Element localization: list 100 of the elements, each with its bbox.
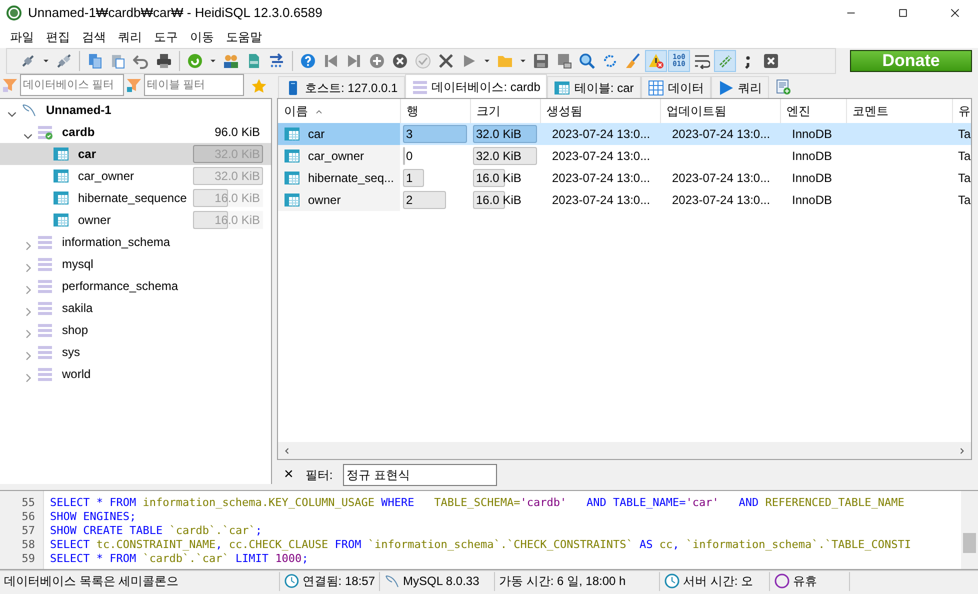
table-name: hibernate_seq... [308,170,394,187]
size-label: 32.0 KiB [214,168,260,185]
menu-item[interactable]: 검색 [76,26,112,48]
tree-label[interactable]: sakila [62,299,93,317]
filter-field[interactable]: 정규 표현식 [342,464,497,486]
code-line: SELECT * FROM `cardb`.`car` LIMIT 1000; [50,552,310,566]
table-cell: Ta [958,171,971,185]
refresh-icon [187,53,203,69]
table-cell: 2023-07-24 13:0... [552,149,650,163]
folder-icon [497,53,513,69]
tab[interactable]: 데이터베이스: cardb [404,74,548,98]
filter-field[interactable]: 데이터베이스 필터 [20,74,124,96]
app-logo-icon [6,5,22,21]
line-number: 58 [20,538,35,552]
tree-item[interactable]: car_owner 32.0 KiB [0,165,271,187]
tree-label[interactable]: world [62,365,91,383]
filter-field[interactable]: 테이블 필터 [144,74,244,96]
play-icon [718,80,734,96]
cancel-icon [438,53,454,69]
tab[interactable]: 쿼리 [710,76,769,98]
table-icon [53,146,69,162]
table-cell: 1 [406,171,413,185]
menu-item[interactable]: 이동 [184,26,220,48]
code-line: SHOW CREATE TABLE `cardb`.`car`; [50,524,263,538]
horizontal-scrollbar[interactable] [278,442,971,459]
copy-icon [87,53,103,69]
table-cell: 2023-07-24 13:0... [672,171,770,185]
csv-file-icon [246,53,262,69]
menu-item[interactable]: 쿼리 [112,26,148,48]
warning-icon [648,53,664,69]
tree-label[interactable]: mysql [62,255,94,273]
size-label: 96.0 KiB [214,124,260,141]
line-number: 59 [20,552,35,566]
tree-label[interactable]: information_schema [62,233,170,251]
circle-check-icon [415,53,431,69]
tab[interactable]: 데이터 [640,76,711,98]
table-name: car_owner [308,148,364,165]
broom-icon [625,53,641,69]
table-cell: 16.0 KiB [476,171,522,185]
filter-label: 필터: [305,467,333,484]
vertical-scrollbar[interactable] [961,491,978,569]
replace-icon [602,53,618,69]
table-cell: 0 [406,149,413,163]
paste-icon [110,53,126,69]
menu-item[interactable]: 도구 [148,26,184,48]
save-icon [533,53,549,69]
status-text: 서버 시간: 오 [683,573,754,590]
idle-icon [774,573,790,589]
line-number: 55 [20,496,35,510]
table-cell: 2023-07-24 13:0... [552,193,650,207]
wrap-icon [694,53,710,69]
status-text: 유휴 [793,573,817,590]
status-text: 연결됨: 18:57 [302,573,375,590]
tree-item[interactable]: hibernate_sequence 16.0 KiB [0,187,271,209]
star-icon [251,78,267,94]
line-number: 56 [20,510,35,524]
table-row[interactable]: car 3 32.0 KiB 2023-07-24 13:0... 2023-07-24 13:0... InnoDB Ta [278,123,971,145]
clock-icon [664,573,680,589]
table-cell: InnoDB [792,127,832,141]
close-icon [763,53,779,69]
search-icon [579,53,595,69]
table-cell: 2 [406,193,413,207]
window-title: Unnamed-1₩cardb₩car₩ - HeidiSQL 12.3.0.6589 [28,4,322,22]
tree-label[interactable]: sys [62,343,80,361]
new-query-icon [774,79,791,95]
table-icon [53,168,69,184]
unplug-icon [56,53,72,69]
table-row[interactable]: owner 2 16.0 KiB 2023-07-24 13:0... 2023-07-24 13:0... InnoDB Ta [278,189,971,211]
tree-label[interactable]: cardb [62,123,95,141]
table-cell: InnoDB [792,171,832,185]
tree-label[interactable]: shop [62,321,88,339]
close-button[interactable]: × [282,463,296,487]
warning-button[interactable] [645,50,667,72]
add-icon [369,53,385,69]
table-cell: Ta [958,193,971,207]
table-row[interactable]: hibernate_seq... 1 16.0 KiB 2023-07-24 13:0... 2023-07-24 13:0... InnoDB Ta [278,167,971,189]
table-cell: 2023-07-24 13:0... [552,171,650,185]
tree-label[interactable]: performance_schema [62,277,178,295]
table-cell: Ta [958,149,971,163]
table-cell: Ta [958,127,971,141]
menu-item[interactable]: 편집 [40,26,76,48]
export-icon [269,53,285,69]
menu-item[interactable]: 파일 [4,26,40,48]
printer-icon [156,53,172,69]
table-cell: 2023-07-24 13:0... [672,127,770,141]
filter-icon [2,77,18,93]
table-name: car [308,126,325,143]
table-cell: 16.0 KiB [476,193,522,207]
skip-back-icon [323,53,339,69]
table-row[interactable]: car_owner 0 32.0 KiB 2023-07-24 13:0... InnoDB Ta [278,145,971,167]
menu-item[interactable]: 도움말 [220,26,268,48]
tree-item[interactable]: owner 16.0 KiB [0,209,271,231]
size-label: 16.0 KiB [214,190,260,207]
tree-label[interactable]: Unnamed-1 [46,101,112,119]
clock-icon [284,573,300,589]
tab[interactable]: 호스트: 127.0.0.1 [278,76,405,98]
tab[interactable]: 테이블: car [547,76,641,98]
status-text: 가동 시간: 6 일, 18:00 h [499,573,626,590]
code-line: SHOW ENGINES; [50,510,138,524]
table-icon [284,192,300,208]
